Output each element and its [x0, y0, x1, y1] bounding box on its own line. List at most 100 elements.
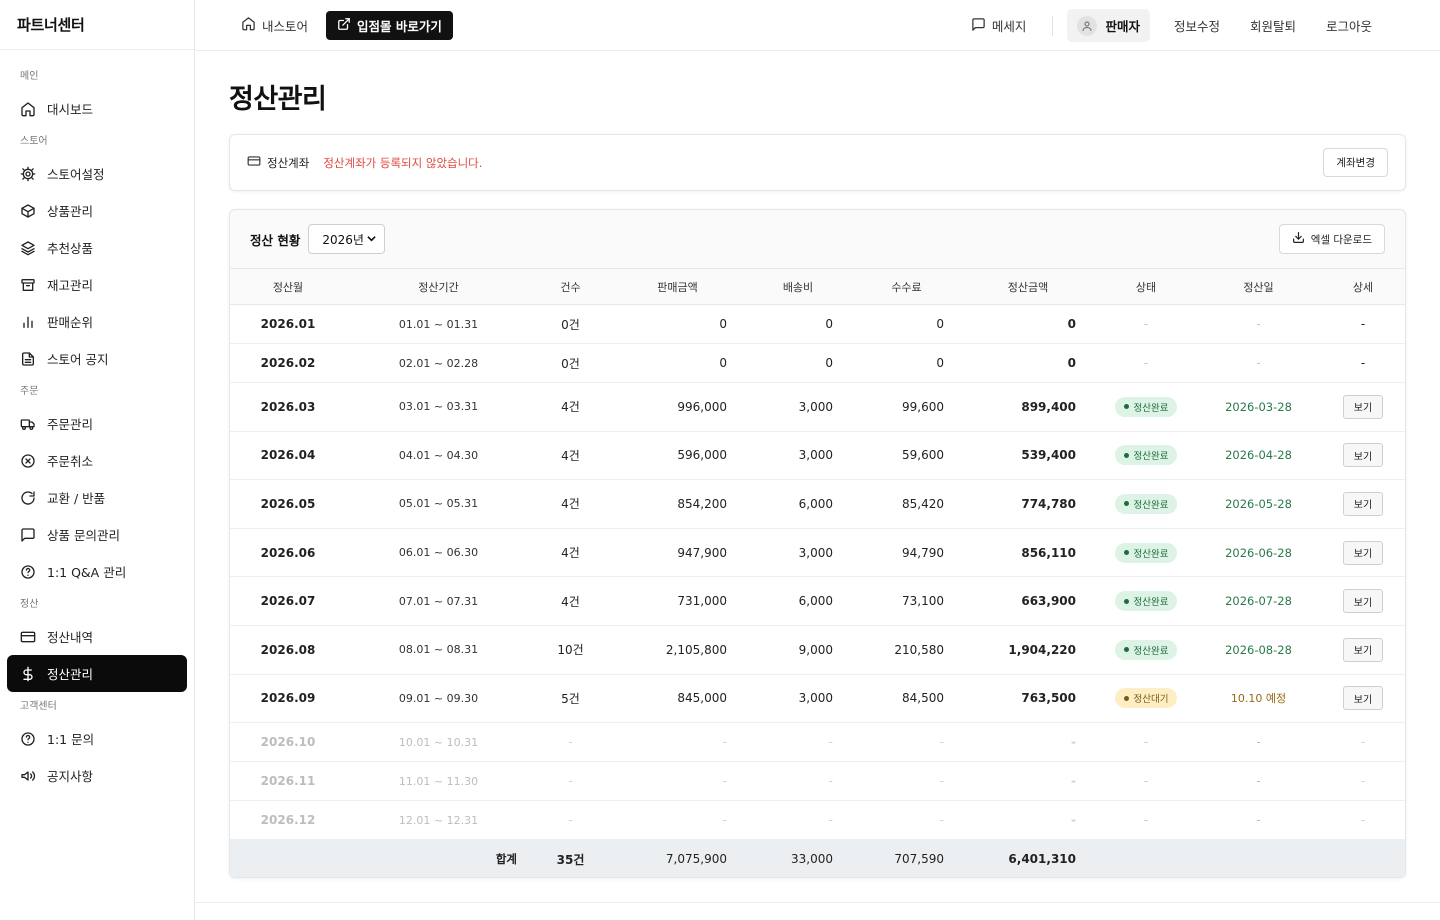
go-to-mall-button[interactable]: 입점몰 바로가기: [326, 10, 453, 40]
settle-month: 2026.07: [230, 576, 346, 626]
withdraw-link[interactable]: 회원탈퇴: [1244, 16, 1302, 35]
sidebar-item-주문취소[interactable]: 주문취소: [7, 442, 187, 479]
sidebar-item-대시보드[interactable]: 대시보드: [7, 90, 187, 127]
layers-icon: [20, 240, 36, 256]
status-label: -: [1143, 813, 1149, 828]
sidebar-item-주문관리[interactable]: 주문관리: [7, 405, 187, 442]
table-row[interactable]: 2026.01 01.01 ~ 01.31 0건 0 0 0 0- - -: [230, 304, 1405, 344]
view-detail-button[interactable]: 보기: [1343, 637, 1383, 662]
sidebar-item-label: 주문관리: [47, 417, 94, 432]
detail-cell: -: [1319, 722, 1405, 763]
change-account-button[interactable]: 계좌변경: [1323, 148, 1388, 177]
column-header[interactable]: 판매금액: [610, 268, 745, 305]
table-row[interactable]: 2026.03 03.01 ~ 03.31 4건 996,000 3,000 99,600…: [230, 382, 1405, 432]
view-detail-button[interactable]: 보기: [1343, 540, 1383, 565]
logout-link[interactable]: 로그아웃: [1320, 16, 1378, 35]
table-row[interactable]: 2026.07 07.01 ~ 07.31 4건 731,000 6,000 73,100…: [230, 576, 1405, 626]
shipping-fee: -: [745, 800, 851, 841]
settlement-table: 정산월 정산기간 건수 판매금액 배송비 수수료 정산금액 상태 정산일 상세 2026.01 01…: [230, 268, 1405, 877]
footer-label: 합계: [495, 852, 517, 867]
table-row[interactable]: 2026.12 12.01 ~ 12.31- - - - - - - -: [230, 800, 1405, 841]
view-detail-button[interactable]: 보기: [1343, 443, 1383, 468]
detail-cell: -: [1319, 761, 1405, 802]
excel-download-label: 엑셀 다운로드: [1310, 233, 1372, 246]
view-detail-button[interactable]: 보기: [1343, 686, 1383, 711]
sidebar-item-label: 판매순위: [47, 315, 94, 330]
seller-label: 판매자: [1105, 19, 1140, 34]
sidebar-item-정산내역[interactable]: 정산내역: [7, 618, 187, 655]
sales-amount: -: [610, 761, 745, 802]
settle-period: 10.01 ~ 10.31: [346, 722, 531, 763]
sidebar-item-1:1문의[interactable]: 1:1 문의: [7, 720, 187, 757]
table-row[interactable]: 2026.09 09.01 ~ 09.30 5건 845,000 3,000 84,500…: [230, 674, 1405, 724]
table-row[interactable]: 2026.11 11.01 ~ 11.30- - - - - - - -: [230, 761, 1405, 802]
table-footer-row: 합계 35건 7,075,900 33,000 707,590 6,401,31…: [230, 839, 1405, 877]
column-header[interactable]: 수수료: [851, 268, 962, 305]
settle-month: 2026.04: [230, 431, 346, 481]
status-cell: 정산완료: [1094, 382, 1198, 432]
year-select[interactable]: 2026년: [308, 224, 386, 254]
commission: -: [851, 722, 962, 763]
detail-cell: 보기: [1319, 528, 1405, 578]
settle-date: -: [1198, 304, 1319, 344]
settle-month: 2026.06: [230, 528, 346, 578]
sidebar-item-상품문의관리[interactable]: 상품 문의관리: [7, 516, 187, 553]
column-header[interactable]: 건수: [531, 268, 610, 305]
settle-month: 2026.09: [230, 674, 346, 724]
column-header[interactable]: 상태: [1094, 268, 1198, 305]
sidebar-item-추천상품[interactable]: 추천상품: [7, 229, 187, 266]
detail-cell: -: [1319, 343, 1405, 383]
table-row[interactable]: 2026.05 05.01 ~ 05.31 4건 854,200 6,000 85,420…: [230, 479, 1405, 529]
table-row[interactable]: 2026.10 10.01 ~ 10.31- - - - - - - -: [230, 722, 1405, 763]
order-count: -: [531, 800, 610, 841]
column-header[interactable]: 정산일: [1198, 268, 1319, 305]
column-header[interactable]: 정산기간: [346, 268, 531, 305]
sidebar-item-상품관리[interactable]: 상품관리: [7, 192, 187, 229]
settle-date: 2026-04-28: [1198, 431, 1319, 481]
card-icon: [20, 629, 36, 645]
excel-download-button[interactable]: 엑셀 다운로드: [1278, 224, 1385, 254]
sidebar-item-판매순위[interactable]: 판매순위: [7, 303, 187, 340]
x-circle-icon: [20, 453, 36, 469]
footer-count: 35건: [556, 852, 585, 867]
edit-info-link[interactable]: 정보수정: [1168, 16, 1226, 35]
sales-amount: -: [610, 722, 745, 763]
sidebar-item-label: 1:1 문의: [47, 732, 95, 747]
sales-amount: 845,000: [610, 674, 745, 724]
seller-profile[interactable]: 판매자: [1067, 9, 1150, 42]
sidebar-item-스토어공지[interactable]: 스토어 공지: [7, 340, 187, 377]
table-row[interactable]: 2026.04 04.01 ~ 04.30 4건 596,000 3,000 59,600…: [230, 431, 1405, 481]
sidebar-item-재고관리[interactable]: 재고관리: [7, 266, 187, 303]
column-header[interactable]: 상세: [1319, 268, 1405, 305]
settle-date: -: [1198, 761, 1319, 802]
view-detail-button[interactable]: 보기: [1343, 491, 1383, 516]
status-cell: 정산완료: [1094, 625, 1198, 675]
sidebar-item-정산관리[interactable]: 정산관리: [7, 655, 187, 692]
brand-logo[interactable]: 파트너센터: [0, 0, 194, 50]
sidebar-item-공지사항[interactable]: 공지사항: [7, 757, 187, 794]
settle-amount: 0: [962, 304, 1094, 344]
sidebar-item-1:1Q&A관리[interactable]: 1:1 Q&A 관리: [7, 553, 187, 590]
settle-period: 09.01 ~ 09.30: [346, 674, 531, 724]
detail-cell: 보기: [1319, 576, 1405, 626]
view-detail-button[interactable]: 보기: [1343, 589, 1383, 614]
column-header[interactable]: 배송비: [745, 268, 851, 305]
column-header[interactable]: 정산월: [230, 268, 346, 305]
sidebar-section-title: 고객센터: [20, 701, 57, 712]
my-store-link[interactable]: 내스토어: [231, 10, 318, 41]
table-row[interactable]: 2026.02 02.01 ~ 02.28 0건 0 0 0 0- - -: [230, 343, 1405, 383]
shipping-fee: -: [745, 722, 851, 763]
commission: 99,600: [851, 382, 962, 432]
status-label: -: [1143, 735, 1149, 750]
sidebar-item-스토어설정[interactable]: 스토어설정: [7, 155, 187, 192]
view-detail-button[interactable]: 보기: [1343, 394, 1383, 419]
sidebar-section-title: 스토어: [20, 136, 48, 147]
status-cell: 정산완료: [1094, 479, 1198, 529]
sidebar-section-title: 주문: [20, 386, 39, 397]
table-row[interactable]: 2026.08 08.01 ~ 08.31 10건 2,105,800 9,000 210…: [230, 625, 1405, 675]
footer-empty: [230, 840, 346, 877]
sidebar-item-교환/반품[interactable]: 교환 / 반품: [7, 479, 187, 516]
message-link[interactable]: 메세지: [971, 16, 1053, 35]
table-row[interactable]: 2026.06 06.01 ~ 06.30 4건 947,900 3,000 94,790…: [230, 528, 1405, 578]
column-header[interactable]: 정산금액: [962, 268, 1094, 305]
